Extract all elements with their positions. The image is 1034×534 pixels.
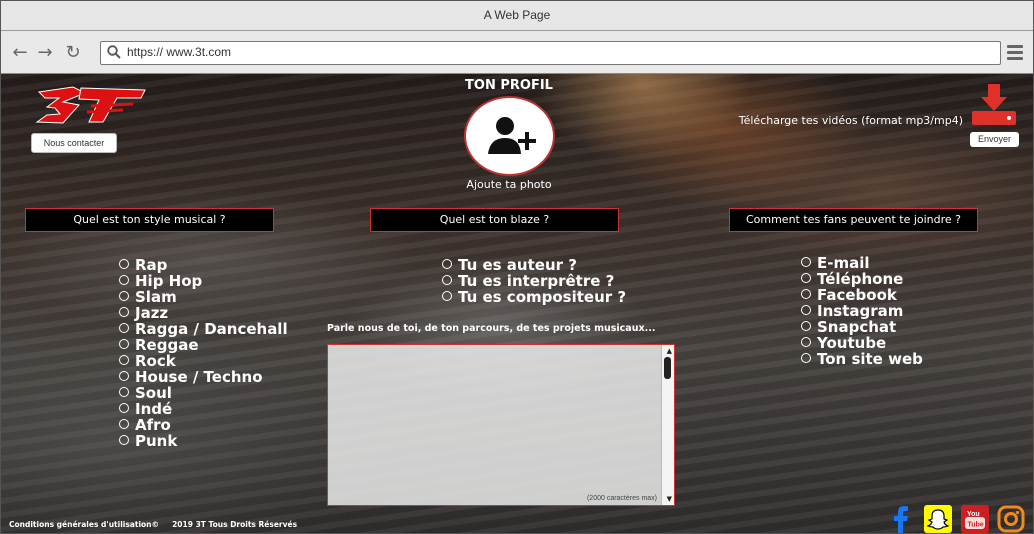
scroll-up-icon[interactable]: ▲ — [667, 347, 672, 355]
radio-button[interactable] — [801, 353, 811, 363]
search-icon — [107, 45, 121, 59]
radio-option[interactable]: Tu es compositeur ? — [442, 289, 626, 305]
radio-button[interactable] — [119, 275, 129, 285]
radio-option[interactable]: Snapchat — [801, 319, 923, 335]
radio-option[interactable]: Tu es auteur ? — [442, 257, 626, 273]
radio-button[interactable] — [801, 273, 811, 283]
radio-button[interactable] — [119, 371, 129, 381]
radio-button[interactable] — [119, 339, 129, 349]
radio-option[interactable]: Téléphone — [801, 271, 923, 287]
send-button[interactable]: Envoyer — [970, 132, 1019, 147]
radio-option[interactable]: Ragga / Dancehall — [119, 321, 288, 337]
radio-button[interactable] — [119, 323, 129, 333]
radio-option[interactable]: Hip Hop — [119, 273, 288, 289]
url-text: https:// www.3t.com — [127, 45, 232, 59]
radio-option[interactable]: Ton site web — [801, 351, 923, 367]
radio-option[interactable]: E-mail — [801, 255, 923, 271]
browser-window: A Web Page ← → ↻ https:// www.3t.com Nou… — [0, 0, 1034, 534]
page-content: Nous contacter TON PROFIL Ajoute ta phot… — [1, 74, 1033, 533]
radio-option[interactable]: Punk — [119, 433, 288, 449]
radio-option[interactable]: Afro — [119, 417, 288, 433]
radio-option[interactable]: Instagram — [801, 303, 923, 319]
radio-option[interactable]: Rap — [119, 257, 288, 273]
radio-option[interactable]: House / Techno — [119, 369, 288, 385]
contact-section-heading: Comment tes fans peuvent te joindre ? — [729, 208, 978, 232]
radio-button[interactable] — [801, 337, 811, 347]
radio-option[interactable]: Indé — [119, 401, 288, 417]
reload-icon[interactable]: ↻ — [63, 43, 83, 63]
blaze-section-heading: Quel est ton blaze ? — [370, 208, 619, 232]
upload-videos-label: Télécharge tes vidéos (format mp3/mp4) — [738, 114, 963, 127]
hamburger-menu-icon[interactable] — [1007, 45, 1023, 61]
address-bar[interactable]: https:// www.3t.com — [100, 41, 1001, 65]
radio-option[interactable]: Facebook — [801, 287, 923, 303]
scroll-thumb[interactable] — [664, 357, 671, 379]
back-arrow-icon[interactable]: ← — [10, 43, 30, 63]
radio-button[interactable] — [119, 307, 129, 317]
forward-arrow-icon[interactable]: → — [35, 43, 55, 63]
radio-button[interactable] — [801, 305, 811, 315]
scroll-down-icon[interactable]: ▼ — [667, 495, 672, 503]
youtube-icon[interactable]: You Tube — [961, 505, 989, 533]
svg-text:You: You — [967, 511, 980, 518]
profile-title: TON PROFIL — [465, 78, 553, 93]
contact-button[interactable]: Nous contacter — [31, 133, 117, 153]
photo-caption: Ajoute ta photo — [466, 178, 552, 191]
logo — [35, 86, 146, 124]
radio-button[interactable] — [119, 403, 129, 413]
download-icon[interactable] — [971, 82, 1017, 126]
style-section-heading: Quel est ton style musical ? — [25, 208, 274, 232]
char-limit-hint: (2000 caractères max) — [586, 495, 657, 502]
svg-text:Tube: Tube — [968, 522, 984, 529]
radio-button[interactable] — [801, 257, 811, 267]
radio-button[interactable] — [801, 289, 811, 299]
facebook-icon[interactable] — [887, 505, 915, 533]
blaze-options: Tu es auteur ? Tu es interprêtre ? Tu es… — [442, 257, 626, 305]
radio-button[interactable] — [119, 387, 129, 397]
radio-button[interactable] — [119, 355, 129, 365]
footer-legal: Conditions générales d'utilisation© 2019… — [9, 520, 297, 529]
radio-option[interactable]: Reggae — [119, 337, 288, 353]
radio-option[interactable]: Slam — [119, 289, 288, 305]
browser-toolbar: ← → ↻ https:// www.3t.com — [1, 31, 1033, 74]
radio-option[interactable]: Tu es interprêtre ? — [442, 273, 626, 289]
terms-link[interactable]: Conditions générales d'utilisation© — [9, 520, 159, 529]
radio-button[interactable] — [119, 435, 129, 445]
radio-button[interactable] — [442, 291, 452, 301]
instagram-icon[interactable] — [997, 505, 1025, 533]
bio-textarea[interactable]: ▲ ▼ (2000 caractères max) — [327, 344, 675, 506]
add-user-icon — [488, 117, 536, 154]
bio-prompt: Parle nous de toi, de ton parcours, de t… — [327, 323, 656, 334]
radio-button[interactable] — [442, 275, 452, 285]
radio-option[interactable]: Soul — [119, 385, 288, 401]
add-photo-button[interactable] — [464, 96, 555, 176]
radio-button[interactable] — [801, 321, 811, 331]
textarea-scrollbar[interactable]: ▲ ▼ — [661, 345, 674, 505]
radio-option[interactable]: Jazz — [119, 305, 288, 321]
contact-options: E-mail Téléphone Facebook Instagram Snap… — [801, 255, 923, 367]
radio-button[interactable] — [119, 291, 129, 301]
snapchat-icon[interactable] — [924, 505, 952, 533]
copyright-text: 2019 3T Tous Droits Réservés — [172, 520, 298, 529]
radio-button[interactable] — [442, 259, 452, 269]
radio-option[interactable]: Rock — [119, 353, 288, 369]
window-title: A Web Page — [1, 1, 1033, 31]
radio-button[interactable] — [119, 259, 129, 269]
radio-button[interactable] — [119, 419, 129, 429]
radio-option[interactable]: Youtube — [801, 335, 923, 351]
style-options: Rap Hip Hop Slam Jazz Ragga / Dancehall … — [119, 257, 288, 449]
